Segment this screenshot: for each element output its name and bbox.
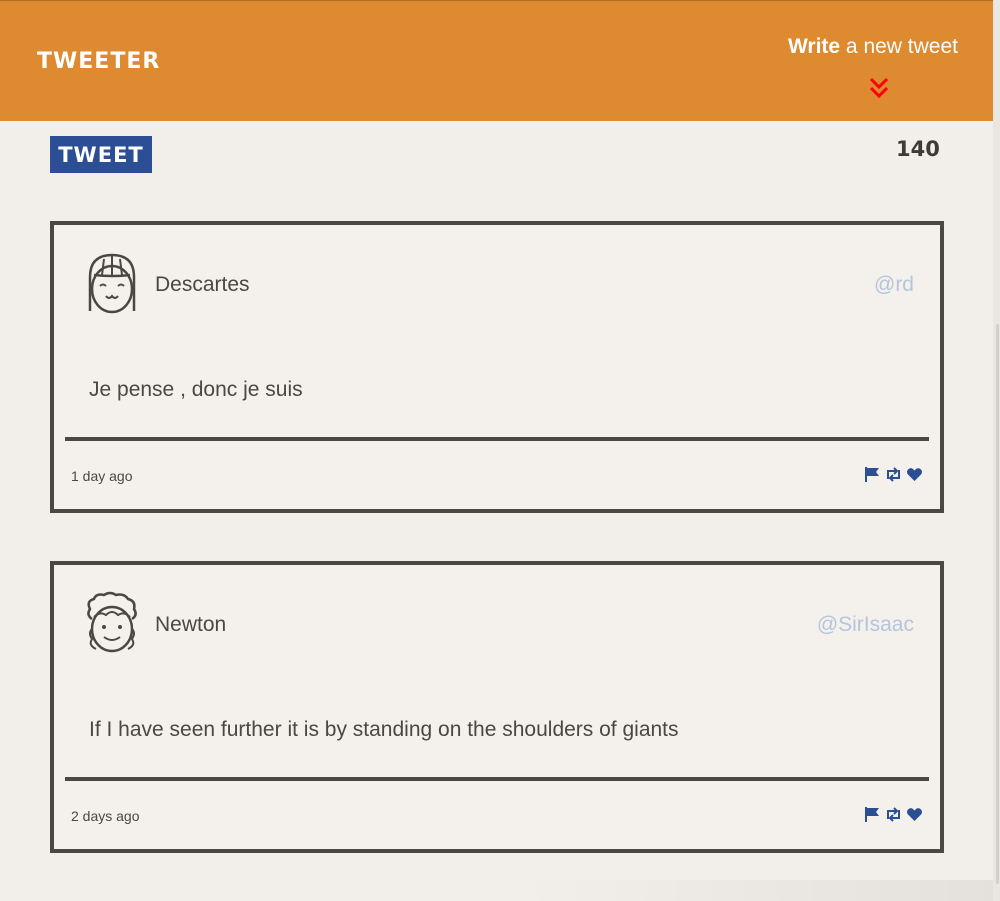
curly-hair-avatar-icon [87,591,137,653]
tweet-content: Je pense , donc je suis [89,378,303,401]
write-tweet-toggle[interactable]: Write a new tweet [788,35,958,59]
flag-icon[interactable] [864,466,881,483]
scrollbar-thumb[interactable] [996,324,999,884]
retweet-icon[interactable] [885,466,902,483]
tweet-author-handle[interactable]: @rd [874,273,914,297]
tweet-divider [65,777,929,781]
tweet-author-name: Descartes [155,273,250,296]
brand-logo[interactable]: TWEETER [37,49,160,74]
write-label: Write [787,35,841,58]
tweet-card: Descartes @rd Je pense , donc je suis 1 … [50,221,944,513]
bottom-shadow [520,880,993,901]
tweet-content: If I have seen further it is by standing… [89,718,679,741]
tweet-card: Newton @SirIsaac If I have seen further … [50,561,944,853]
tweet-timestamp: 1 day ago [71,468,133,484]
tweet-divider [65,437,929,441]
tweet-actions [864,806,923,823]
girl-avatar-icon [88,253,136,314]
heart-icon[interactable] [906,466,923,483]
retweet-icon[interactable] [885,806,902,823]
tweet-actions [864,466,923,483]
new-tweet-label: a new tweet [840,35,958,58]
heart-icon[interactable] [906,806,923,823]
double-chevron-down-icon[interactable] [869,77,889,99]
flag-icon[interactable] [864,806,881,823]
tweet-author-name: Newton [155,613,227,636]
char-counter: 140 [896,137,940,161]
tweet-button[interactable]: TWEET [50,136,152,173]
site-header: TWEETER Write a new tweet [0,0,993,121]
tweet-timestamp: 2 days ago [71,808,140,824]
tweet-author-handle[interactable]: @SirIsaac [817,613,914,637]
